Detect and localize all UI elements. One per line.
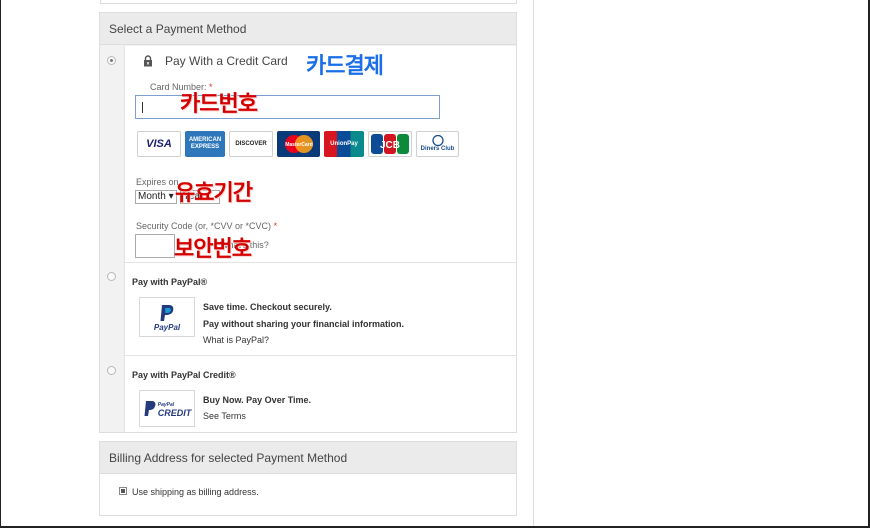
- use-shipping-checkbox[interactable]: [119, 487, 127, 495]
- visa-logo: VISA: [137, 131, 181, 157]
- payment-method-header: Select a Payment Method: [100, 13, 516, 45]
- paypal-radio[interactable]: [107, 272, 116, 281]
- billing-address-panel: Billing Address for selected Payment Met…: [99, 441, 517, 516]
- security-code-required-mark: *: [273, 221, 278, 231]
- jcb-mark-icon: JCB: [371, 134, 409, 154]
- text-caret: [142, 102, 143, 113]
- paypal-credit-title: Pay with PayPal Credit®: [132, 370, 236, 380]
- diners-text: Diners Club: [420, 146, 455, 152]
- diners-club-logo: Diners Club: [416, 131, 459, 157]
- paypal-p-icon: [160, 304, 174, 321]
- annotation-card-payment: 카드결제: [306, 53, 384, 78]
- paypal-logo-text: PayPal: [153, 322, 181, 332]
- amex-logo: AMERICAN EXPRESS: [185, 131, 225, 157]
- paypal-credit-logo: PayPal CREDIT: [139, 390, 195, 427]
- security-code-label-text: Security Code (or, *CVV or *CVC): [136, 221, 272, 231]
- paypal-line-1: Save time. Checkout securely.: [203, 302, 332, 312]
- jcb-logo: JCB: [368, 131, 412, 157]
- credit-card-radio[interactable]: [107, 56, 116, 65]
- diners-circle-icon: [431, 135, 444, 146]
- security-code-label: Security Code (or, *CVV or *CVC) *: [136, 221, 277, 231]
- month-select[interactable]: Month ▾: [135, 190, 177, 204]
- month-select-value: Month: [138, 191, 166, 202]
- security-code-input[interactable]: [135, 234, 175, 258]
- mastercard-logo: MasterCard: [277, 131, 320, 157]
- discover-logo: DISCOVER: [229, 131, 273, 157]
- paypal-line-2: Pay without sharing your financial infor…: [203, 319, 405, 329]
- method-divider-1: [124, 262, 517, 263]
- paypal-credit-line-1: Buy Now. Pay Over Time.: [203, 395, 312, 405]
- previous-panel-bottom: [100, 0, 517, 4]
- jcb-text: JCB: [380, 140, 400, 151]
- use-shipping-label: Use shipping as billing address.: [132, 487, 259, 497]
- annotation-expiry: 유효기간: [175, 180, 253, 205]
- mastercard-circles-icon: MasterCard: [284, 135, 313, 153]
- paypal-credit-radio[interactable]: [107, 366, 116, 375]
- what-is-paypal-link[interactable]: What is PayPal?: [203, 335, 269, 345]
- column-divider: [533, 0, 534, 526]
- mastercard-text: MasterCard: [285, 142, 313, 148]
- annotation-card-number: 카드번호: [180, 91, 258, 116]
- chevron-down-icon: ▾: [168, 191, 174, 202]
- see-terms-link[interactable]: See Terms: [203, 411, 246, 421]
- billing-address-header: Billing Address for selected Payment Met…: [100, 442, 516, 474]
- credit-card-title: Pay With a Credit Card: [165, 54, 288, 68]
- annotation-security-code: 보안번호: [174, 236, 252, 261]
- unionpay-logo: UnionPay: [324, 131, 364, 157]
- method-divider-2: [124, 355, 517, 356]
- paypal-logo: PayPal: [139, 297, 195, 337]
- paypal-title: Pay with PayPal®: [132, 277, 208, 287]
- lock-icon: [144, 55, 152, 67]
- expires-label: Expires on: [136, 177, 179, 187]
- paypal-credit-logo-bottom: CREDIT: [157, 407, 192, 418]
- paypal-credit-p-icon: [144, 400, 156, 416]
- paypal-credit-wordmark: PayPal CREDIT: [157, 401, 192, 418]
- window-left-edge: [0, 0, 1, 528]
